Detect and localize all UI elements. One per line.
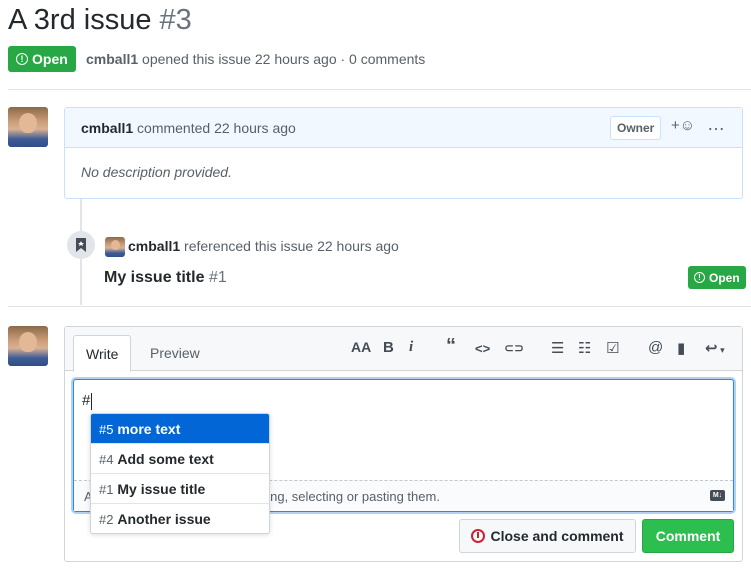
suggestion-number: #1: [99, 482, 114, 497]
textarea-value: #: [82, 392, 93, 410]
bookmark-icon: [67, 231, 95, 259]
reference-byline: cmball1 referenced this issue 22 hours a…: [128, 238, 399, 254]
reference-state-label: Open: [709, 270, 740, 285]
reference-avatar[interactable]: [105, 237, 125, 257]
tab-write[interactable]: Write: [73, 335, 132, 372]
issue-author-link[interactable]: cmball1: [86, 51, 138, 67]
suggestion-number: #4: [99, 452, 114, 467]
smiley-icon[interactable]: +☺: [671, 117, 695, 134]
owner-label: Owner: [610, 116, 662, 140]
reply-icon[interactable]: ↩ ▾: [705, 339, 725, 357]
referenced-issue-title: My issue title: [104, 269, 205, 286]
kebab-horizontal-icon[interactable]: …: [707, 114, 726, 135]
timeline-divider: [8, 306, 751, 307]
comment-card: cmball1 commented 22 hours ago Owner +☺ …: [64, 107, 743, 199]
close-button-label: Close and comment: [490, 528, 624, 544]
issue-opened-icon: !: [694, 272, 705, 283]
textarea-text: #: [82, 392, 91, 409]
header-divider: [8, 89, 751, 90]
text-caret: [91, 392, 93, 410]
bold-icon[interactable]: B: [383, 339, 394, 356]
issue-title-text: A 3rd issue: [8, 4, 152, 36]
issue-title: A 3rd issue #3: [8, 4, 192, 37]
close-and-comment-button[interactable]: Close and comment: [459, 519, 636, 553]
current-user-avatar[interactable]: [8, 326, 48, 366]
suggestion-title: My issue title: [117, 481, 206, 497]
issue-meta-rest: opened this issue 22 hours ago · 0 comme…: [142, 51, 426, 67]
suggestion-item[interactable]: #4 Add some text: [91, 444, 269, 474]
unordered-list-icon[interactable]: ☰: [551, 339, 564, 357]
reference-icon[interactable]: ▮: [677, 339, 685, 357]
issue-state-label: Open: [32, 51, 68, 67]
comment-author-link[interactable]: cmball1: [81, 120, 133, 136]
referenced-issue-number: #1: [208, 269, 227, 286]
suggestion-title: Another issue: [117, 511, 211, 527]
comment-byline: cmball1 commented 22 hours ago: [81, 120, 296, 136]
suggestion-number: #2: [99, 512, 114, 527]
reply-glyph: ↩: [705, 340, 718, 357]
task-list-icon[interactable]: ☑: [606, 339, 619, 357]
heading-icon[interactable]: AA: [351, 339, 371, 355]
comment-button[interactable]: Comment: [642, 519, 734, 553]
suggestion-number: #5: [99, 422, 114, 437]
issue-state-badge: ! Open: [8, 46, 76, 72]
suggestion-item[interactable]: #5 more text: [91, 414, 269, 444]
ordered-list-icon[interactable]: ☷: [578, 339, 591, 357]
comment-header: cmball1 commented 22 hours ago Owner +☺ …: [65, 108, 742, 148]
link-icon[interactable]: ⊂⊃: [504, 341, 524, 355]
reference-author-link[interactable]: cmball1: [128, 238, 180, 254]
avatar[interactable]: [8, 107, 48, 147]
issue-meta: cmball1 opened this issue 22 hours ago ·…: [86, 51, 425, 67]
markdown-icon[interactable]: M↓: [710, 490, 725, 501]
tab-preview[interactable]: Preview: [138, 335, 212, 371]
referenced-issue-link[interactable]: My issue title #1: [104, 269, 227, 287]
mention-icon[interactable]: @: [648, 339, 663, 356]
reference-action: referenced this issue 22 hours ago: [184, 238, 399, 254]
reference-state-badge: ! Open: [688, 266, 746, 289]
issue-closed-icon: [471, 529, 486, 543]
italic-icon[interactable]: i: [409, 339, 413, 356]
issue-number: #3: [159, 4, 192, 36]
issue-suggestion-list: #5 more text #4 Add some text #1 My issu…: [90, 413, 270, 534]
suggestion-item[interactable]: #2 Another issue: [91, 504, 269, 533]
editor-toolbar: Write Preview AA B i “ <> ⊂⊃ ☰ ☷ ☑ @ ▮ ↩…: [65, 327, 742, 372]
comment-body: No description provided.: [81, 164, 232, 180]
suggestion-title: more text: [117, 421, 181, 437]
issue-opened-icon: !: [16, 53, 28, 65]
comment-action: commented 22 hours ago: [137, 120, 296, 136]
drop-hint-text: ping, selecting or pasting them.: [260, 489, 440, 504]
suggestion-item[interactable]: #1 My issue title: [91, 474, 269, 504]
code-icon[interactable]: <>: [475, 341, 490, 356]
suggestion-title: Add some text: [117, 451, 214, 467]
quote-icon[interactable]: “: [446, 335, 456, 358]
